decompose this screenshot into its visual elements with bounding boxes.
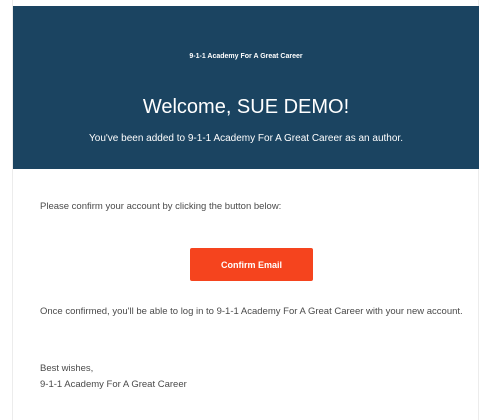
post-confirm-message: Once confirmed, you'll be able to log in… <box>40 306 463 317</box>
email-viewport: 9-1-1 Academy For A Great Career Welcome… <box>0 0 483 420</box>
confirm-instruction: Please confirm your account by clicking … <box>40 201 282 212</box>
email-header-banner: 9-1-1 Academy For A Great Career Welcome… <box>13 6 479 169</box>
welcome-heading: Welcome, SUE DEMO! <box>142 96 350 118</box>
brand-name: 9-1-1 Academy For A Great Career <box>189 53 303 60</box>
signoff-text: Best wishes, <box>40 363 94 374</box>
confirm-email-button[interactable]: Confirm Email <box>190 248 313 281</box>
welcome-subtitle: You've been added to 9-1-1 Academy For A… <box>89 133 403 144</box>
signature-text: 9-1-1 Academy For A Great Career <box>40 379 187 390</box>
email-message: 9-1-1 Academy For A Great Career Welcome… <box>12 0 479 420</box>
